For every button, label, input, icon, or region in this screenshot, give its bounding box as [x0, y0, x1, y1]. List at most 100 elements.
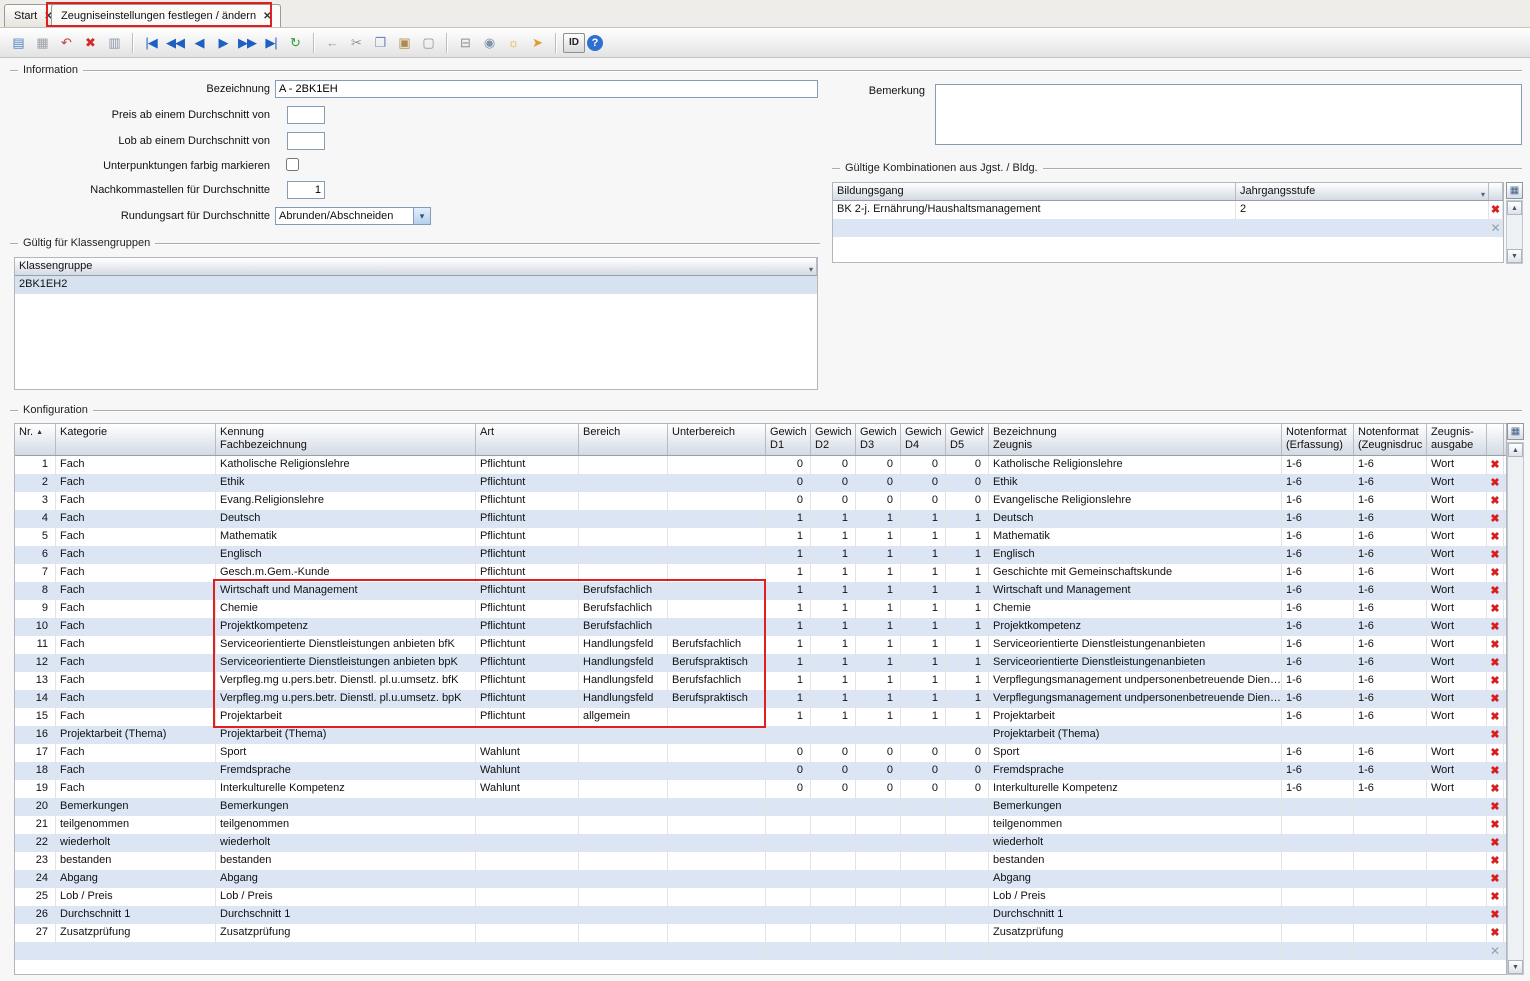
preview-icon[interactable]: ◉	[478, 32, 500, 54]
delete-row-button[interactable]: ✖	[1487, 654, 1504, 672]
table-row[interactable]: 23bestandenbestandenbestanden✖	[15, 852, 1506, 870]
column-header[interactable]: Bildungsgang	[833, 183, 1236, 200]
bezeichnung-input[interactable]	[275, 80, 818, 98]
column-header[interactable]: Jahrgangsstufe▾	[1236, 183, 1489, 200]
column-header[interactable]: Notenformat(Erfassung)	[1282, 424, 1354, 455]
close-icon[interactable]: ✕	[263, 11, 271, 22]
table-row[interactable]: 21teilgenommenteilgenommenteilgenommen✖	[15, 816, 1506, 834]
table-row[interactable]: 4FachDeutschPflichtunt11111Deutsch1-61-6…	[15, 510, 1506, 528]
cut-icon[interactable]: ✂	[345, 32, 367, 54]
delete-row-button[interactable]: ✖	[1487, 492, 1504, 510]
undo-icon[interactable]: ↶	[55, 32, 77, 54]
delete-row-button[interactable]: ✖	[1489, 201, 1503, 219]
table-row[interactable]: 19FachInterkulturelle KompetenzWahlunt00…	[15, 780, 1506, 798]
table-row[interactable]: 17FachSportWahlunt00000Sport1-61-6Wort✖	[15, 744, 1506, 762]
delete-row-button[interactable]: ✕	[1489, 219, 1503, 237]
paste-icon[interactable]: ▣	[393, 32, 415, 54]
table-row[interactable]: 10FachProjektkompetenzPflichtuntBerufsfa…	[15, 618, 1506, 636]
copy-icon[interactable]: ❐	[369, 32, 391, 54]
delete-row-button[interactable]: ✖	[1487, 834, 1504, 852]
scroll-down-icon[interactable]: ▼	[1508, 960, 1523, 974]
column-header[interactable]: GewichtD4	[901, 424, 946, 455]
column-header[interactable]: GewichtD3	[856, 424, 901, 455]
table-row[interactable]: 6FachEnglischPflichtunt11111Englisch1-61…	[15, 546, 1506, 564]
delete-row-button[interactable]: ✖	[1487, 600, 1504, 618]
table-row[interactable]: 18FachFremdspracheWahlunt00000Fremdsprac…	[15, 762, 1506, 780]
column-header[interactable]: Notenformat(Zeugnisdruck)	[1354, 424, 1427, 455]
table-row[interactable]: 14FachVerpfleg.mg u.pers.betr. Dienstl. …	[15, 690, 1506, 708]
delete-row-button[interactable]: ✖	[1487, 636, 1504, 654]
kombinationen-scrollbar[interactable]: ▲ ▼	[1506, 200, 1523, 264]
table-row[interactable]: 22wiederholtwiederholtwiederholt✖	[15, 834, 1506, 852]
delete-row-button[interactable]: ✖	[1487, 888, 1504, 906]
table-row[interactable]: ✕	[833, 219, 1503, 237]
delete-row-button[interactable]: ✕	[1487, 942, 1504, 960]
lightbulb-icon[interactable]: ☼	[502, 32, 524, 54]
last-record-icon[interactable]: ▶|	[260, 32, 282, 54]
table-row[interactable]: 16Projektarbeit (Thema)Projektarbeit (Th…	[15, 726, 1506, 744]
help-icon[interactable]: ?	[587, 35, 603, 51]
column-header[interactable]: GewichtD5	[946, 424, 989, 455]
delete-row-button[interactable]: ✖	[1487, 582, 1504, 600]
delete-row-button[interactable]: ✖	[1487, 690, 1504, 708]
column-header[interactable]: GewichtD1	[766, 424, 811, 455]
chevron-down-icon[interactable]: ▾	[1481, 187, 1485, 200]
delete-row-button[interactable]: ✖	[1487, 852, 1504, 870]
previous-record-icon[interactable]: ◀	[188, 32, 210, 54]
delete-row-button[interactable]: ✖	[1487, 780, 1504, 798]
table-row[interactable]: 24AbgangAbgangAbgang✖	[15, 870, 1506, 888]
save-icon[interactable]: ▦	[31, 32, 53, 54]
table-row[interactable]: 7FachGesch.m.Gem.-KundePflichtunt11111Ge…	[15, 564, 1506, 582]
column-header[interactable]: Kategorie	[56, 424, 216, 455]
table-row[interactable]: 25Lob / PreisLob / PreisLob / Preis✖	[15, 888, 1506, 906]
table-row[interactable]: 2BK1EH2	[15, 276, 817, 294]
delete-icon[interactable]: ✖	[79, 32, 101, 54]
table-row[interactable]: 1FachKatholische ReligionslehrePflichtun…	[15, 456, 1506, 474]
delete-row-button[interactable]: ✖	[1487, 924, 1504, 942]
first-record-icon[interactable]: |◀	[140, 32, 162, 54]
table-row[interactable]: 11FachServiceorientierte Dienstleistunge…	[15, 636, 1506, 654]
delete-row-button[interactable]: ✖	[1487, 546, 1504, 564]
id-button[interactable]: ID	[563, 33, 585, 53]
table-row[interactable]: 2FachEthikPflichtunt00000Ethik1-61-6Wort…	[15, 474, 1506, 492]
table-row[interactable]: ✕	[15, 942, 1506, 960]
unterpunktungen-checkbox[interactable]	[286, 158, 299, 171]
delete-row-button[interactable]: ✖	[1487, 528, 1504, 546]
table-row[interactable]: 26Durchschnitt 1Durchschnitt 1Durchschni…	[15, 906, 1506, 924]
scroll-down-icon[interactable]: ▼	[1507, 249, 1522, 263]
delete-row-button[interactable]: ✖	[1487, 798, 1504, 816]
column-header[interactable]: Klassengruppe▾	[15, 258, 817, 275]
rundungsart-select[interactable]: Abrunden/Abschneiden ▾	[275, 207, 431, 225]
table-row[interactable]: 5FachMathematikPflichtunt11111Mathematik…	[15, 528, 1506, 546]
column-chooser-button[interactable]: ▦	[1507, 423, 1524, 440]
column-header[interactable]: BezeichnungZeugnis	[989, 424, 1282, 455]
delete-row-button[interactable]: ✖	[1487, 564, 1504, 582]
table-row[interactable]: 9FachChemiePflichtuntBerufsfachlich11111…	[15, 600, 1506, 618]
delete-row-button[interactable]: ✖	[1487, 456, 1504, 474]
delete-row-button[interactable]: ✖	[1487, 474, 1504, 492]
table-row[interactable]: 12FachServiceorientierte Dienstleistunge…	[15, 654, 1506, 672]
refresh-icon[interactable]: ↻	[284, 32, 306, 54]
delete-row-button[interactable]: ✖	[1487, 618, 1504, 636]
bemerkung-textarea[interactable]	[935, 84, 1522, 145]
table-row[interactable]: BK 2-j. Ernährung/Haushaltsmanagement2✖	[833, 201, 1503, 219]
column-header[interactable]: Bereich	[579, 424, 668, 455]
table-row[interactable]: 13FachVerpfleg.mg u.pers.betr. Dienstl. …	[15, 672, 1506, 690]
delete-row-button[interactable]: ✖	[1487, 510, 1504, 528]
fast-back-icon[interactable]: ◀◀	[164, 32, 186, 54]
table-row[interactable]: 27ZusatzprüfungZusatzprüfungZusatzprüfun…	[15, 924, 1506, 942]
table-row[interactable]: 3FachEvang.ReligionslehrePflichtunt00000…	[15, 492, 1506, 510]
horn-icon[interactable]: ➤	[526, 32, 548, 54]
column-header[interactable]: Nr.▲	[15, 424, 56, 455]
column-header[interactable]: Zeugnis-ausgabe	[1427, 424, 1487, 455]
preis-input[interactable]	[287, 106, 325, 124]
nachkommastellen-input[interactable]	[287, 181, 325, 199]
back-icon[interactable]: ←	[321, 32, 343, 54]
select-marquee-icon[interactable]: ▢	[417, 32, 439, 54]
tab-zeugniseinstellungen[interactable]: Zeugniseinstellungen festlegen / ändern …	[51, 4, 281, 27]
lob-input[interactable]	[287, 132, 325, 150]
delete-row-button[interactable]: ✖	[1487, 762, 1504, 780]
table-row[interactable]: 15FachProjektarbeitPflichtuntallgemein11…	[15, 708, 1506, 726]
table-row[interactable]: 8FachWirtschaft und ManagementPflichtunt…	[15, 582, 1506, 600]
delete-row-button[interactable]: ✖	[1487, 870, 1504, 888]
